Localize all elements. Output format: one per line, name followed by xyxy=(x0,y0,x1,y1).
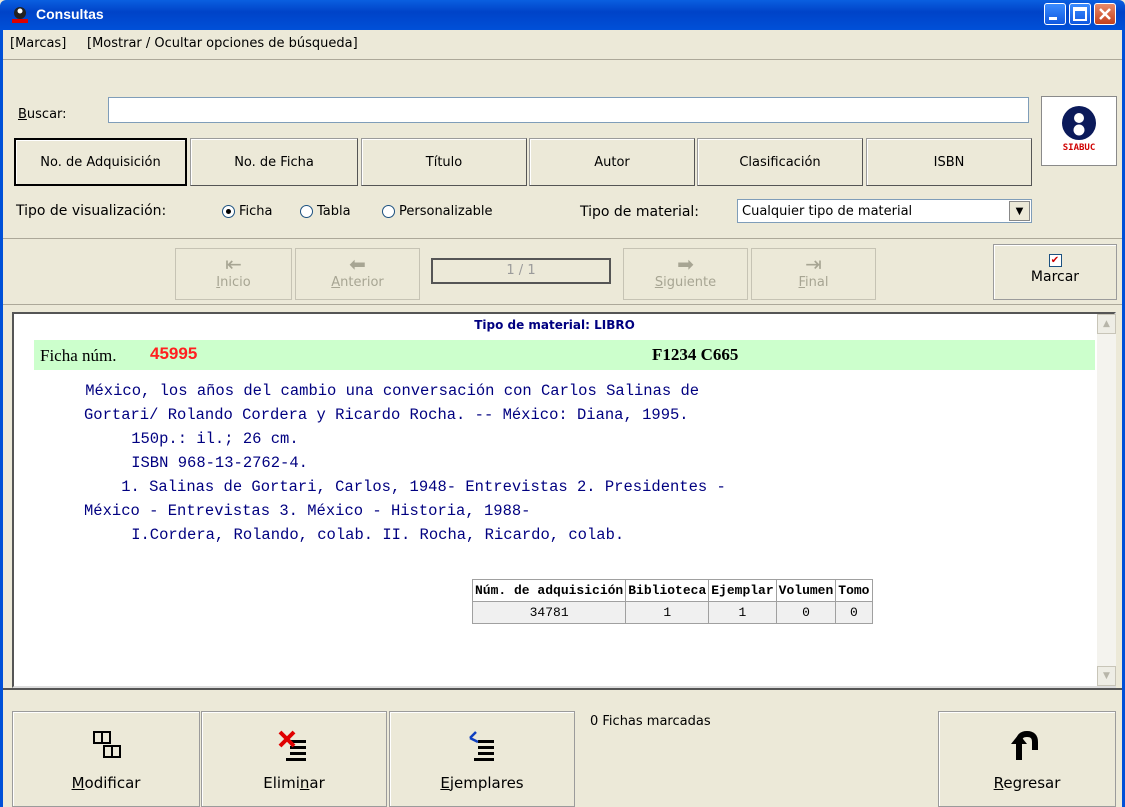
material-label: Tipo de material: xyxy=(580,204,700,220)
record-line: México - Entrevistas 3. México - Histori… xyxy=(84,502,531,520)
table-row: 34781 1 1 0 0 xyxy=(471,601,873,624)
last-page-icon: ⇥ xyxy=(805,252,822,276)
marked-count: 0 Fichas marcadas xyxy=(590,714,711,729)
scroll-down-icon[interactable]: ▼ xyxy=(1097,666,1116,686)
scrollbar[interactable] xyxy=(1097,314,1116,686)
modify-button[interactable]: Modificar xyxy=(12,711,200,807)
mark-label: Marcar xyxy=(1030,269,1080,285)
copies-button[interactable]: Ejemplares xyxy=(389,711,575,807)
col-header: Biblioteca xyxy=(625,579,710,602)
classification: F1234 C665 xyxy=(652,345,739,364)
radio-ficha[interactable]: Ficha xyxy=(218,204,273,219)
next-button[interactable]: ➡ Siguiente xyxy=(623,248,748,300)
search-input[interactable] xyxy=(108,97,1029,123)
close-button[interactable] xyxy=(1094,3,1116,25)
col-header: Núm. de adquisición xyxy=(471,579,627,602)
field-button-titulo[interactable]: Título xyxy=(361,138,527,186)
record-line: Gortari/ Rolando Cordera y Ricardo Rocha… xyxy=(84,406,689,424)
menu-toggle-search-options[interactable]: [Mostrar / Ocultar opciones de búsqueda] xyxy=(87,36,358,51)
first-page-icon: ⇤ xyxy=(225,252,242,276)
table-cell: 0 xyxy=(775,601,837,624)
delete-list-icon xyxy=(202,728,386,764)
delete-button[interactable]: Eliminar xyxy=(201,711,387,807)
material-select[interactable]: Cualquier tipo de material xyxy=(737,199,1032,223)
record-line: México, los años del cambio una conversa… xyxy=(48,382,700,400)
radio-ficha-dot[interactable] xyxy=(222,205,235,218)
app-icon xyxy=(10,6,30,24)
record-line: 1. Salinas de Gortari, Carlos, 1948- Ent… xyxy=(84,478,726,496)
first-button[interactable]: ⇤ Inicio xyxy=(175,248,292,300)
table-cell: 1 xyxy=(708,601,777,624)
holdings-header-row: Núm. de adquisición Biblioteca Ejemplar … xyxy=(471,579,873,602)
radio-personalizable[interactable]: Personalizable xyxy=(378,204,493,219)
siabuc-logo xyxy=(1041,96,1117,166)
table-cell: 34781 xyxy=(471,601,627,624)
minimize-button[interactable] xyxy=(1044,3,1066,25)
visualization-label: Tipo de visualización: xyxy=(16,203,167,219)
field-button-isbn[interactable]: ISBN xyxy=(866,138,1032,186)
ficha-label: Ficha núm. xyxy=(40,346,117,365)
col-header: Volumen xyxy=(775,579,837,602)
record-line: I.Cordera, Rolando, colab. II. Rocha, Ri… xyxy=(94,526,625,544)
search-label: Buscar: xyxy=(18,107,67,122)
previous-button[interactable]: ⬅ Anterior xyxy=(295,248,420,300)
chevron-down-icon[interactable]: ▼ xyxy=(1009,201,1030,221)
field-button-ficha[interactable]: No. de Ficha xyxy=(190,138,358,186)
holdings-table: Núm. de adquisición Biblioteca Ejemplar … xyxy=(471,579,873,624)
col-header: Ejemplar xyxy=(708,579,777,602)
return-button[interactable]: Regresar xyxy=(938,711,1116,807)
field-button-autor[interactable]: Autor xyxy=(529,138,695,186)
field-button-adquisicion[interactable]: No. de Adquisición xyxy=(14,138,187,186)
col-header: Tomo xyxy=(835,579,873,602)
copies-list-icon xyxy=(390,728,574,764)
last-button[interactable]: ⇥ Final xyxy=(751,248,876,300)
window-title: Consultas xyxy=(36,6,104,22)
books-icon xyxy=(13,728,199,764)
ficha-number: 45995 xyxy=(150,344,198,363)
title-bar[interactable] xyxy=(0,0,1125,30)
radio-tabla[interactable]: Tabla xyxy=(296,204,351,219)
maximize-button[interactable] xyxy=(1069,3,1091,25)
radio-tabla-dot[interactable] xyxy=(300,205,313,218)
arrow-right-icon: ➡ xyxy=(677,252,694,276)
page-indicator: 1 / 1 xyxy=(431,258,611,284)
table-cell: 1 xyxy=(625,601,710,624)
return-arrow-icon xyxy=(939,728,1115,764)
search-panel-top xyxy=(3,59,1122,87)
menu-marcas[interactable]: [Marcas] xyxy=(10,36,66,51)
record-line: ISBN 968-13-2762-4. xyxy=(94,454,308,472)
mark-button[interactable]: ✔ Marcar xyxy=(993,244,1117,300)
record-line: 150p.: il.; 26 cm. xyxy=(94,430,299,448)
material-select-value: Cualquier tipo de material xyxy=(742,204,913,219)
scroll-up-icon[interactable]: ▲ xyxy=(1097,314,1116,334)
logo-text: SIABUC xyxy=(1062,143,1096,153)
divider xyxy=(3,238,1122,239)
table-cell: 0 xyxy=(835,601,873,624)
mark-checkbox[interactable]: ✔ xyxy=(1048,254,1062,267)
divider xyxy=(3,304,1122,305)
radio-personalizable-dot[interactable] xyxy=(382,205,395,218)
arrow-left-icon: ⬅ xyxy=(349,252,366,276)
material-type-heading: Tipo de material: LIBRO xyxy=(474,318,635,332)
field-button-clasificacion[interactable]: Clasificación xyxy=(697,138,863,186)
